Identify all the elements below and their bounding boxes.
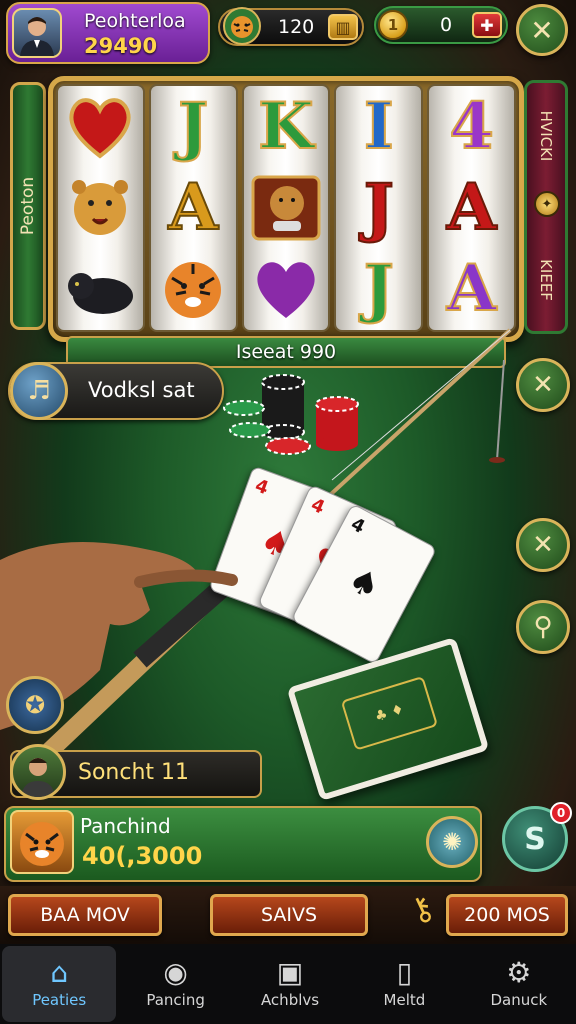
settings-icon: ⚙: [506, 956, 532, 989]
coin-icon: 1: [378, 10, 408, 40]
red-a-symbol: A: [446, 169, 498, 245]
slot-side-panel-right: HVICKI ✦ KIEEF: [524, 80, 568, 334]
nav-label: Meltd: [383, 991, 426, 1009]
key-button[interactable]: ⚲: [516, 600, 570, 654]
close-icon: ✕: [530, 13, 554, 47]
reward-amount: 40(,3000: [82, 842, 203, 870]
cancel-button[interactable]: ✕: [516, 518, 570, 572]
nav-item-settings[interactable]: ⚙ Danuck: [462, 944, 576, 1024]
tiger-symbol: [153, 251, 233, 327]
player-name: Peohterloa: [84, 10, 186, 32]
left-action-label: BAA MOV: [40, 904, 130, 926]
reel-5: 4 A A: [427, 84, 516, 332]
currency-pill[interactable]: 120 ▥: [218, 7, 364, 46]
red-j-symbol: J: [363, 169, 395, 245]
coin-pill[interactable]: 1 0 ✚: [374, 6, 508, 44]
reward-panel[interactable]: [4, 806, 482, 882]
bonus-wheel-icon[interactable]: ✪: [6, 676, 64, 734]
tiger-icon: [222, 4, 262, 48]
k-symbol: K: [257, 88, 315, 164]
center-action-button[interactable]: SAIVS: [210, 894, 368, 936]
right-action-button[interactable]: 200 MOS: [446, 894, 568, 936]
slot-side-label-right-top: HVICKI: [537, 110, 555, 162]
nav-label: Achblvs: [260, 991, 320, 1009]
nav-item-achievements[interactable]: ▣ Achblvs: [233, 944, 347, 1024]
achievements-icon: ▣: [276, 956, 304, 989]
i-symbol: I: [363, 88, 395, 164]
table-mat-logo: ♣ ♦: [340, 675, 439, 751]
currency-value: 120: [278, 16, 315, 38]
add-coins-icon[interactable]: ✚: [472, 12, 502, 38]
nav-item-mobile[interactable]: ▯ Meltd: [347, 944, 461, 1024]
nav-item-game[interactable]: ◉ Pancing: [118, 944, 232, 1024]
friend-name: Soncht 11: [78, 760, 190, 785]
coin-value: 0: [440, 14, 453, 36]
slot-gem-icon: ✦: [534, 191, 560, 217]
game-icon: ◉: [163, 956, 188, 989]
panther-symbol: [60, 251, 140, 327]
slot-side-panel-left: Peoton: [10, 82, 46, 330]
a-symbol: A: [167, 169, 219, 245]
notification-badge: 0: [550, 802, 572, 824]
mobile-icon: ▯: [396, 956, 413, 989]
home-icon: ⌂: [50, 956, 69, 989]
right-action-label: 200 MOS: [464, 904, 550, 926]
refresh-icon: S: [524, 821, 546, 857]
slot-reels[interactable]: J A K I J J 4 A A: [56, 84, 516, 332]
chip-stacks: [222, 370, 372, 470]
cougar-symbol: [246, 170, 326, 246]
reel-2: J A: [148, 84, 238, 332]
purple-heart-symbol: [246, 251, 326, 327]
reel-1: [56, 84, 145, 332]
friend-avatar[interactable]: [10, 744, 66, 800]
tools-icon: ✕: [532, 370, 554, 400]
purple-a-symbol: A: [446, 251, 498, 327]
nav-label: Peaties: [32, 991, 87, 1009]
shop-icon[interactable]: ▥: [328, 14, 358, 40]
j-symbol: J: [177, 88, 209, 164]
compass-icon[interactable]: ✺: [426, 816, 478, 868]
center-action-label: SAIVS: [260, 904, 318, 926]
reel-4: I J J: [334, 84, 424, 332]
lioness-symbol: [60, 170, 140, 246]
nav-label: Pancing: [146, 991, 205, 1009]
reward-title: Panchind: [80, 814, 171, 838]
player-card[interactable]: Peohterloa 29490: [6, 2, 210, 64]
player-score: 29490: [84, 34, 158, 58]
player-avatar: [12, 8, 62, 58]
reel-3: K: [241, 84, 331, 332]
tools-button[interactable]: ✕: [516, 358, 570, 412]
nav-label: Danuck: [490, 991, 548, 1009]
four-symbol: 4: [448, 88, 495, 164]
tiger-icon: [10, 810, 74, 874]
bottom-nav: ⌂ Peaties ◉ Pancing ▣ Achblvs ▯ Meltd ⚙ …: [0, 944, 576, 1024]
cancel-icon: ✕: [532, 530, 554, 560]
left-action-button[interactable]: BAA MOV: [8, 894, 162, 936]
key-icon: ⚲: [533, 612, 553, 642]
nav-item-home[interactable]: ⌂ Peaties: [2, 946, 117, 1022]
slot-side-label-right-bottom: KIEEF: [537, 259, 555, 301]
green-j-symbol: J: [363, 251, 395, 327]
heart-symbol: [60, 89, 140, 165]
close-button[interactable]: ✕: [516, 4, 568, 56]
slot-side-label-left: Peoton: [18, 176, 38, 236]
